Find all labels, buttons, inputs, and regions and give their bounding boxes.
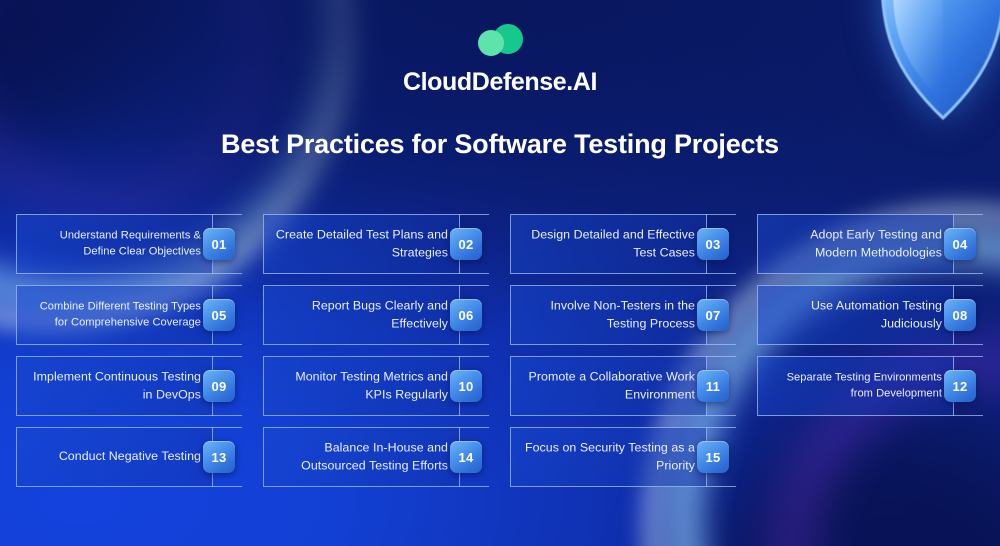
practice-card[interactable]: Combine Different Testing Types for Comp… xyxy=(16,285,243,345)
practice-card[interactable]: Report Bugs Clearly and Effectively 06 xyxy=(263,285,490,345)
page-title: Best Practices for Software Testing Proj… xyxy=(221,129,779,159)
practice-card-number-badge: 03 xyxy=(697,228,729,260)
practice-card[interactable]: Conduct Negative Testing 13 xyxy=(16,427,243,487)
practice-card-label: Focus on Security Testing as a Priority xyxy=(524,440,695,472)
practice-card-label: Separate Testing Environments from Devel… xyxy=(786,371,942,399)
practice-card-number-badge: 04 xyxy=(944,228,976,260)
practice-card-number-badge: 08 xyxy=(944,299,976,331)
practice-card-label: Conduct Negative Testing xyxy=(58,449,201,464)
practice-card-number-badge: 10 xyxy=(450,370,482,402)
practice-card-label: Use Automation Testing Judiciously xyxy=(810,298,942,330)
practice-card-label: Monitor Testing Metrics and KPIs Regular… xyxy=(295,369,448,401)
practice-card-number-badge: 06 xyxy=(450,299,482,331)
practice-card[interactable]: Involve Non-Testers in the Testing Proce… xyxy=(510,285,737,345)
practice-card-label: Understand Requirements & Define Clear O… xyxy=(59,229,201,257)
practice-card-label: Create Detailed Test Plans and Strategie… xyxy=(275,227,448,259)
practice-card-number-badge: 13 xyxy=(203,441,235,473)
practice-card-number-badge: 11 xyxy=(697,370,729,402)
practice-card[interactable]: Implement Continuous Testing in DevOps 09 xyxy=(16,356,243,416)
practice-card[interactable]: Balance In-House and Outsourced Testing … xyxy=(263,427,490,487)
practice-card-number-badge: 07 xyxy=(697,299,729,331)
practice-card-number-badge: 09 xyxy=(203,370,235,402)
practice-card[interactable]: Design Detailed and Effective Test Cases… xyxy=(510,214,737,274)
practice-card[interactable]: Monitor Testing Metrics and KPIs Regular… xyxy=(263,356,490,416)
practice-card[interactable]: Use Automation Testing Judiciously 08 xyxy=(757,285,984,345)
practice-card-label: Adopt Early Testing and Modern Methodolo… xyxy=(810,227,942,259)
practice-card-number-badge: 05 xyxy=(203,299,235,331)
practice-card-number-badge: 14 xyxy=(450,441,482,473)
practice-card-number-badge: 15 xyxy=(697,441,729,473)
brand-name: CloudDefense.AI xyxy=(402,68,598,96)
practice-card[interactable]: Create Detailed Test Plans and Strategie… xyxy=(263,214,490,274)
practice-card[interactable]: Focus on Security Testing as a Priority 1… xyxy=(510,427,737,487)
practice-card-number-badge: 01 xyxy=(203,228,235,260)
practice-card[interactable]: Adopt Early Testing and Modern Methodolo… xyxy=(757,214,984,274)
practice-card-label: Involve Non-Testers in the Testing Proce… xyxy=(550,298,695,330)
practice-card-label: Design Detailed and Effective Test Cases xyxy=(531,227,695,259)
practice-card-label: Balance In-House and Outsourced Testing … xyxy=(301,440,448,472)
practice-card-label: Report Bugs Clearly and Effectively xyxy=(311,298,448,330)
practice-card-label: Promote a Collaborative Work Environment xyxy=(528,369,695,401)
practice-card-number-badge: 12 xyxy=(944,370,976,402)
practice-card[interactable]: Understand Requirements & Define Clear O… xyxy=(16,214,243,274)
practice-card-number-badge: 02 xyxy=(450,228,482,260)
practice-card-label: Combine Different Testing Types for Comp… xyxy=(39,300,201,328)
cloud-logo-icon xyxy=(471,18,529,60)
practice-card-label: Implement Continuous Testing in DevOps xyxy=(33,369,201,401)
practice-card[interactable]: Promote a Collaborative Work Environment… xyxy=(510,356,737,416)
best-practices-grid: Understand Requirements & Define Clear O… xyxy=(16,214,984,487)
header: CloudDefense.AI Best Practices for Softw… xyxy=(0,18,1000,160)
practice-card[interactable]: Separate Testing Environments from Devel… xyxy=(757,356,984,416)
